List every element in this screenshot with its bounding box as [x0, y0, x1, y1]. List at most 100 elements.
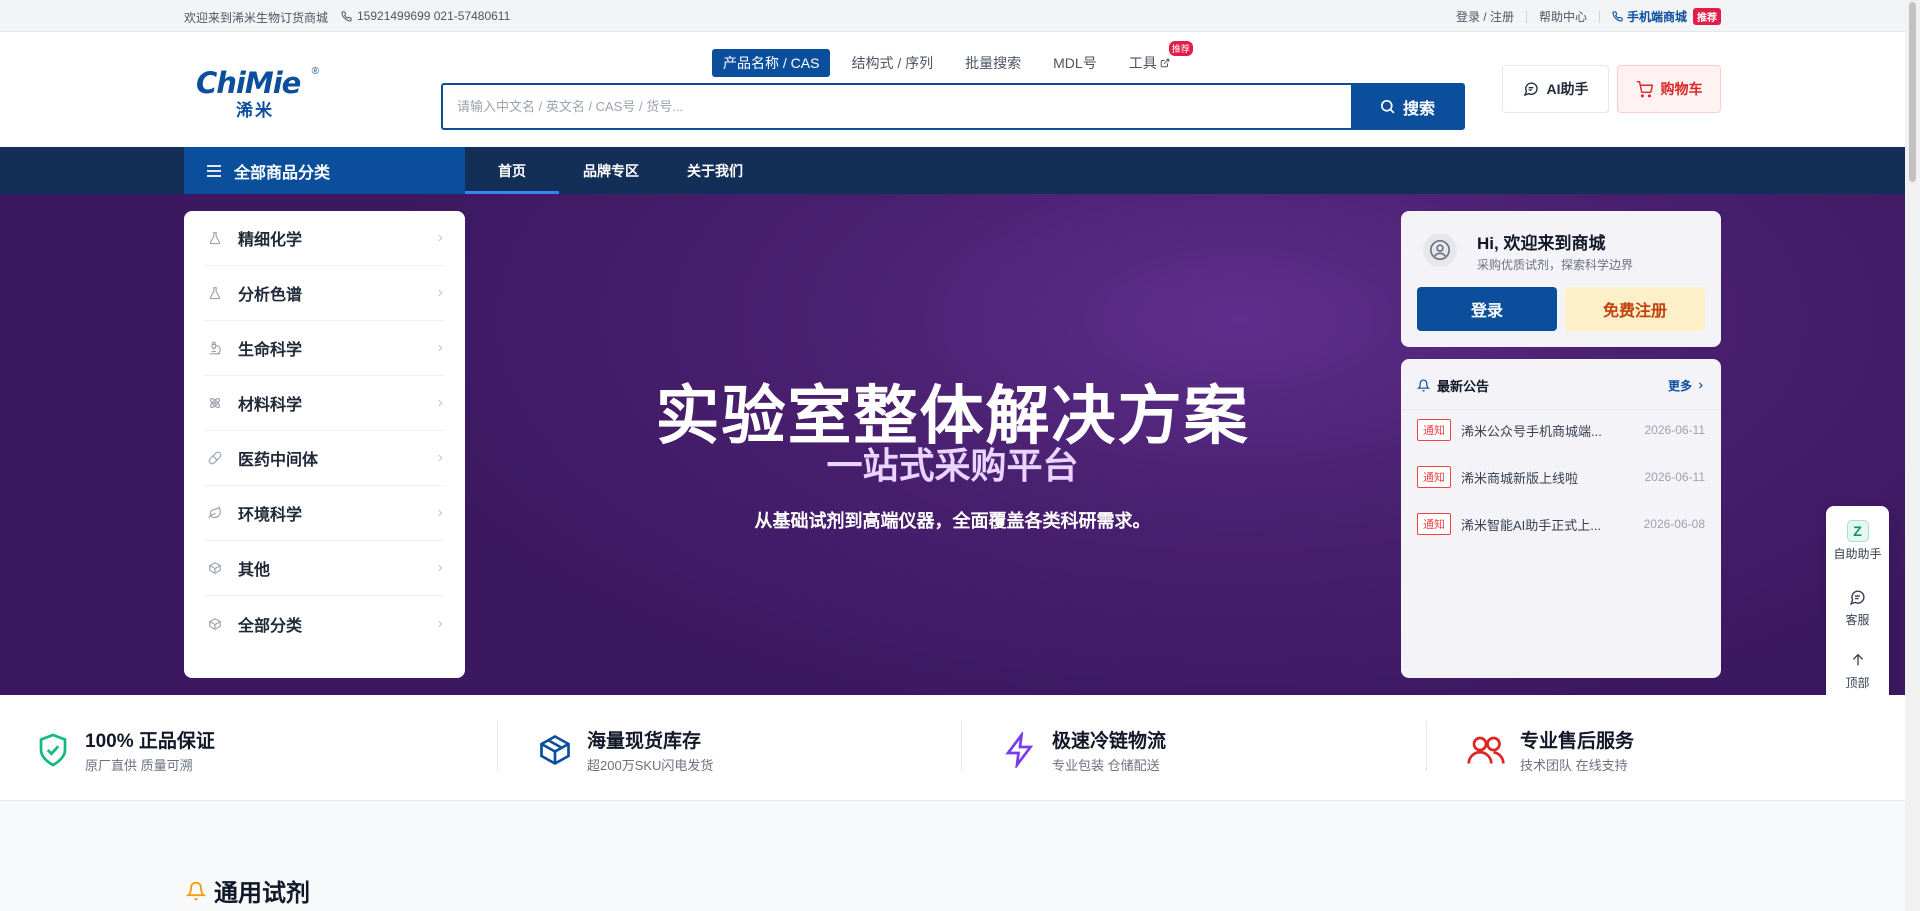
arrow-up-icon [1847, 649, 1869, 671]
box-icon [208, 561, 224, 575]
customer-service-button[interactable]: 客服 [1826, 586, 1889, 628]
phone-number: 15921499699 021-57480611 [357, 9, 511, 23]
feature-title: 100% 正品保证 [85, 731, 215, 752]
all-categories-button[interactable]: 全部商品分类 [184, 147, 465, 194]
notice-tag: 通知 [1417, 513, 1451, 535]
help-center-link[interactable]: 帮助中心 [1539, 8, 1587, 25]
welcome-card: Hi, 欢迎来到商城 采购优质试剂，探索科学边界 登录 免费注册 [1401, 211, 1721, 347]
welcome-subtitle: 采购优质试剂，探索科学边界 [1477, 258, 1634, 272]
search-button-label: 搜索 [1402, 100, 1435, 118]
bell-icon [1417, 379, 1430, 392]
menu-icon [206, 164, 222, 178]
feature-subtitle: 专业包装 仓储配送 [1052, 758, 1160, 773]
microscope-icon [208, 341, 224, 355]
login-register-link[interactable]: 登录 / 注册 [1456, 8, 1514, 25]
feature-service: 专业售后服务 技术团队 在线支持 [1466, 726, 1634, 774]
welcome-text: 欢迎来到浠米生物订货商城 [184, 11, 329, 25]
shield-check-icon [35, 732, 71, 768]
announcement-date: 2026-06-08 [1643, 517, 1705, 531]
more-link[interactable]: 更多 [1668, 377, 1705, 394]
search-button[interactable]: 搜索 [1351, 85, 1463, 128]
section-title-label: 通用试剂 [214, 880, 310, 907]
search-tab-mdl[interactable]: MDL号 [1042, 49, 1108, 77]
chat-icon [1847, 586, 1869, 608]
tools-label: 工具 [1128, 55, 1157, 71]
zap-icon [1002, 732, 1038, 768]
top-bar: 欢迎来到浠米生物订货商城 15921499699 021-57480611 登录… [0, 0, 1905, 32]
self-service-icon: Z [1846, 520, 1869, 542]
search-tab-batch[interactable]: 批量搜索 [954, 49, 1032, 77]
tools-recommend-badge: 推荐 [1168, 41, 1193, 56]
category-label: 精细化学 [238, 232, 303, 249]
search-tab-structure[interactable]: 结构式 / 序列 [840, 49, 944, 77]
chevron-right-icon [435, 343, 445, 353]
self-service-button[interactable]: Z 自助助手 [1826, 520, 1889, 562]
chevron-right-icon [1696, 381, 1705, 390]
divider [1401, 409, 1721, 410]
feature-title: 海量现货库存 [587, 731, 702, 752]
ai-assistant-button[interactable]: AI助手 [1502, 65, 1609, 113]
notice-tag: 通知 [1417, 419, 1451, 441]
announcements-card: 最新公告 更多 通知 浠米公众号手机商城端... 2026-06-11 通知 浠… [1401, 359, 1721, 678]
header: ChiMie ® 浠米 产品名称 / CAS 结构式 / 序列 批量搜索 MDL… [0, 32, 1905, 147]
chevron-right-icon [435, 563, 445, 573]
register-button[interactable]: 免费注册 [1565, 287, 1705, 331]
cart-button[interactable]: 购物车 [1617, 65, 1721, 113]
divider [497, 721, 498, 771]
category-environmental[interactable]: 环境科学 [204, 486, 445, 541]
nav-about[interactable]: 关于我们 [663, 147, 767, 194]
all-categories-label: 全部商品分类 [234, 164, 331, 182]
category-chromatography[interactable]: 分析色谱 [204, 266, 445, 321]
announcement-date: 2026-06-11 [1644, 470, 1706, 484]
general-reagents-section: 通用试剂 [0, 801, 1905, 911]
logo[interactable]: ChiMie ® 浠米 [196, 66, 321, 122]
chevron-right-icon [435, 288, 445, 298]
category-life-science[interactable]: 生命科学 [204, 321, 445, 376]
feature-title: 极速冷链物流 [1052, 731, 1167, 752]
divider [1525, 10, 1527, 23]
login-button[interactable]: 登录 [1417, 287, 1557, 331]
external-link-icon [1160, 58, 1170, 68]
category-materials[interactable]: 材料科学 [204, 376, 445, 431]
nav-brands[interactable]: 品牌专区 [559, 147, 663, 194]
divider [961, 721, 962, 771]
category-other[interactable]: 其他 [204, 541, 445, 596]
page-scrollbar[interactable] [1905, 0, 1920, 911]
notice-tag: 通知 [1417, 466, 1451, 488]
user-avatar-icon [1423, 233, 1457, 267]
leaf-icon [208, 506, 224, 520]
search-bar: 搜索 [441, 83, 1465, 130]
self-service-label: 自助助手 [1833, 547, 1882, 561]
nav-home[interactable]: 首页 [465, 147, 559, 194]
feature-genuine: 100% 正品保证 原厂直供 质量可溯 [35, 726, 215, 774]
scrollbar-thumb[interactable] [1909, 2, 1916, 182]
section-title: 通用试剂 [186, 873, 310, 908]
category-all[interactable]: 全部分类 [204, 596, 445, 651]
package-icon [537, 732, 573, 768]
logo-text-en: ChiMie [196, 66, 301, 100]
announcement-item[interactable]: 通知 浠米商城新版上线啦 2026-06-11 [1417, 466, 1705, 488]
chevron-right-icon [435, 619, 445, 629]
chevron-right-icon [435, 508, 445, 518]
back-to-top-button[interactable]: 顶部 [1826, 649, 1889, 691]
feature-stock: 海量现货库存 超200万SKU闪电发货 [537, 726, 713, 774]
search-icon [1379, 98, 1396, 115]
announcement-date: 2026-06-11 [1644, 423, 1706, 437]
category-label: 生命科学 [238, 342, 303, 359]
customer-service-label: 客服 [1845, 613, 1870, 627]
search-tab-name-cas[interactable]: 产品名称 / CAS [712, 49, 831, 77]
category-fine-chemicals[interactable]: 精细化学 [204, 211, 445, 266]
recommend-badge: 推荐 [1693, 8, 1721, 25]
announcement-item[interactable]: 通知 浠米公众号手机商城端... 2026-06-11 [1417, 419, 1705, 441]
mobile-mall-label: 手机端商城 [1626, 10, 1687, 24]
announcement-item[interactable]: 通知 浠米智能AI助手正式上... 2026-06-08 [1417, 513, 1705, 535]
search-tab-tools[interactable]: 工具 推荐 [1118, 41, 1193, 77]
users-icon [1466, 732, 1506, 768]
category-menu: 精细化学 分析色谱 生命科学 材料科学 医药中间体 环境科学 其他 全部分类 [184, 211, 465, 678]
mobile-mall-link[interactable]: 手机端商城 推荐 [1612, 8, 1721, 25]
category-pharma-intermediates[interactable]: 医药中间体 [204, 431, 445, 486]
search-input[interactable] [443, 85, 1351, 128]
category-label: 环境科学 [238, 507, 303, 524]
ai-assistant-label: AI助手 [1546, 81, 1589, 97]
welcome-greeting: Hi, 欢迎来到商城 [1477, 234, 1606, 253]
